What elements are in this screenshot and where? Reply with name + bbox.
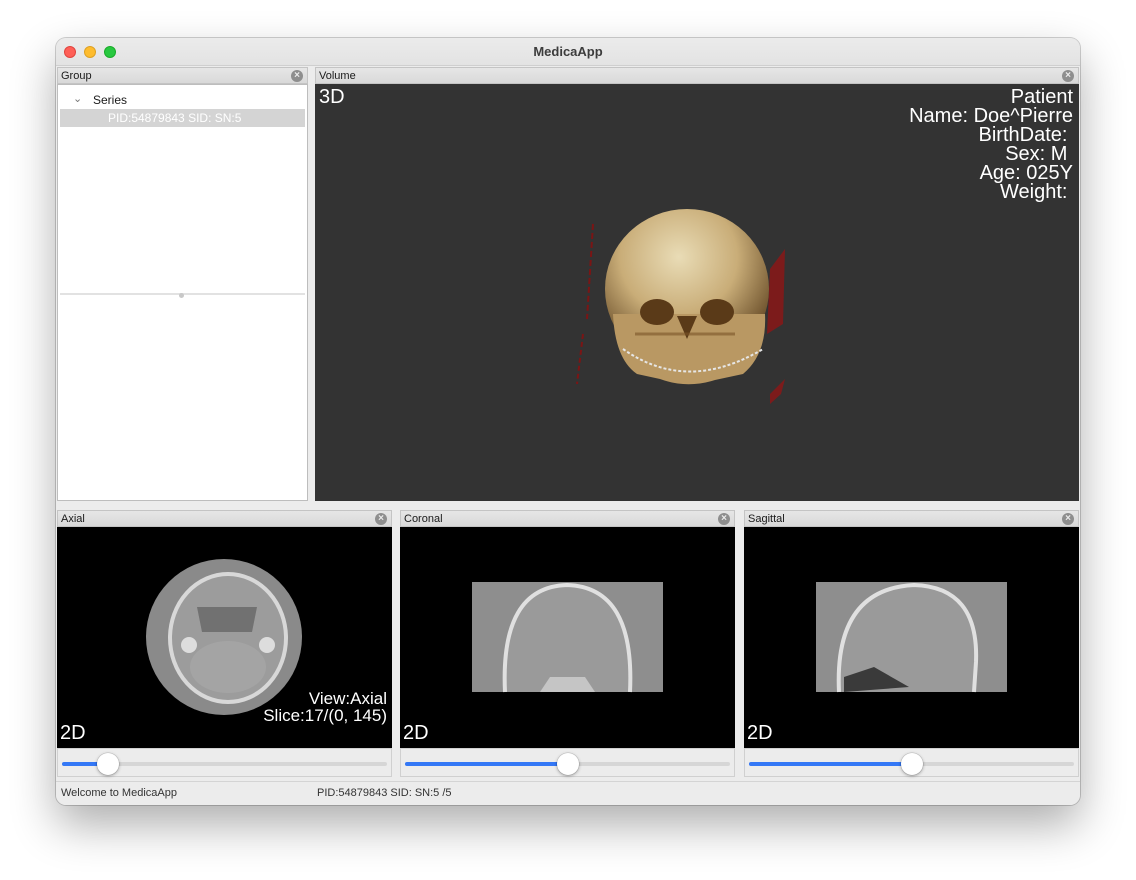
coronal-slider-area <box>400 748 735 777</box>
group-panel-header: Group × <box>57 67 308 84</box>
coronal-slice-view[interactable]: 2D <box>400 527 735 748</box>
sagittal-mode-label: 2D <box>747 722 773 744</box>
sagittal-panel: Sagittal × 2D <box>744 510 1079 777</box>
group-panel-title: Group <box>61 70 92 82</box>
axial-mode-label: 2D <box>60 722 86 744</box>
volume-panel-header: Volume × <box>315 67 1079 84</box>
splitter-handle[interactable] <box>179 293 184 298</box>
sagittal-slice-slider[interactable] <box>749 753 1074 775</box>
close-icon[interactable]: × <box>291 70 303 82</box>
sagittal-ct-image <box>816 582 1007 693</box>
coronal-ct-image <box>472 582 663 693</box>
axial-slice-slider[interactable] <box>62 753 387 775</box>
group-panel: Group × ⌄ Series PID:54879843 SID: SN:5 <box>57 67 308 501</box>
sagittal-panel-header: Sagittal × <box>744 510 1079 527</box>
close-icon[interactable]: × <box>1062 513 1074 525</box>
chevron-down-icon[interactable]: ⌄ <box>73 92 82 105</box>
tree-item-series[interactable]: ⌄ Series <box>60 91 305 109</box>
sagittal-slice-view[interactable]: 2D <box>744 527 1079 748</box>
skull-volume-render <box>576 209 785 404</box>
axial-view-label: View:Axial <box>308 689 387 708</box>
status-message: Welcome to MedicaApp <box>61 787 177 799</box>
close-icon[interactable]: × <box>375 513 387 525</box>
sagittal-view-area: 2D <box>744 527 1079 777</box>
coronal-panel-title: Coronal <box>404 513 443 525</box>
axial-slider-knob[interactable] <box>96 753 119 775</box>
sagittal-panel-title: Sagittal <box>748 513 785 525</box>
coronal-panel-header: Coronal × <box>400 510 735 527</box>
axial-slider-area <box>57 748 392 777</box>
close-icon[interactable]: × <box>718 513 730 525</box>
coronal-slice-slider[interactable] <box>405 753 730 775</box>
status-info: PID:54879843 SID: SN:5 /5 <box>317 787 452 799</box>
title-bar: MedicaApp <box>56 38 1080 66</box>
tree-item-label: PID:54879843 SID: SN:5 <box>108 111 242 125</box>
axial-slice-view[interactable]: View:Axial Slice:17/(0, 145) 2D <box>57 527 392 748</box>
sagittal-slider-knob[interactable] <box>900 753 923 775</box>
coronal-slider-knob[interactable] <box>556 753 579 775</box>
coronal-mode-label: 2D <box>403 722 429 744</box>
axial-panel-title: Axial <box>61 513 85 525</box>
axial-panel-header: Axial × <box>57 510 392 527</box>
main-window: MedicaApp Group × ⌄ Series PID:54879843 … <box>56 38 1080 805</box>
axial-panel: Axial × View:Axial Slice:17/(0, 145) 2D <box>57 510 392 777</box>
volume-panel: Volume × 3D Patient Name: Doe^Pierre Bir… <box>315 67 1079 501</box>
window-title: MedicaApp <box>533 44 603 59</box>
volume-render-view[interactable]: 3D Patient Name: Doe^Pierre BirthDate: S… <box>315 84 1079 501</box>
series-tree: ⌄ Series PID:54879843 SID: SN:5 <box>57 84 308 501</box>
axial-slice-label: Slice:17/(0, 145) <box>263 706 387 725</box>
tree-item-label: Series <box>93 93 128 107</box>
close-icon[interactable]: × <box>1062 70 1074 82</box>
sagittal-slider-fill <box>749 762 912 766</box>
coronal-view-area: 2D <box>400 527 735 777</box>
coronal-slider-fill <box>405 762 568 766</box>
coronal-panel: Coronal × 2D <box>400 510 735 777</box>
tree-item-selected-series[interactable]: PID:54879843 SID: SN:5 <box>60 109 305 127</box>
tree-view: ⌄ Series PID:54879843 SID: SN:5 <box>60 87 305 277</box>
sagittal-slider-area <box>744 748 1079 777</box>
axial-view-area: View:Axial Slice:17/(0, 145) 2D <box>57 527 392 777</box>
volume-panel-title: Volume <box>319 70 356 82</box>
status-bar: Welcome to MedicaApp PID:54879843 SID: S… <box>56 781 1080 805</box>
